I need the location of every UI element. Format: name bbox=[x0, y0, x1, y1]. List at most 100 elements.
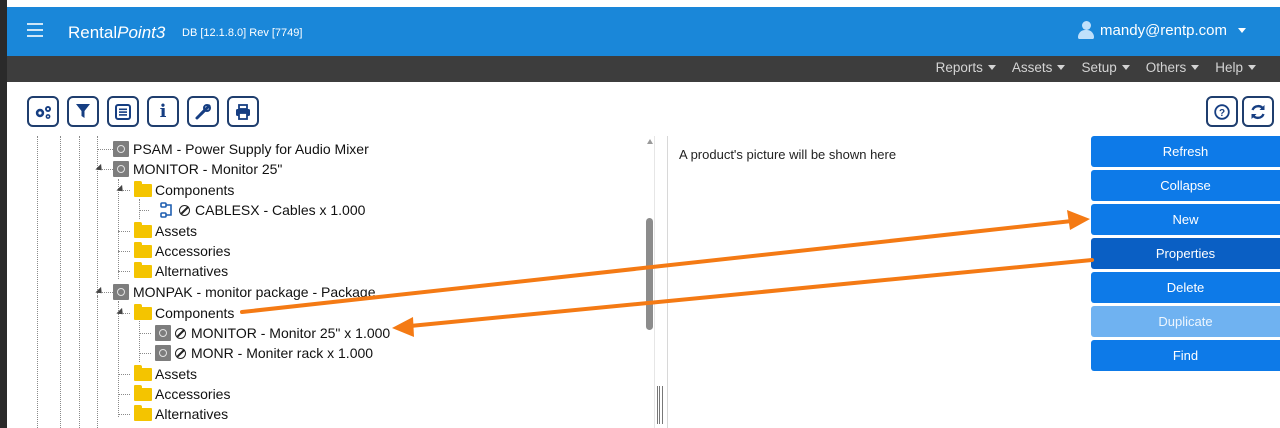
tree-node[interactable]: MONPAK - monitor package - Package bbox=[113, 282, 376, 302]
info-icon: i bbox=[159, 101, 167, 122]
refresh-icon bbox=[1251, 104, 1265, 119]
properties-button[interactable]: Properties bbox=[1091, 238, 1280, 269]
tree-node[interactable]: CABLESX - Cables x 1.000 bbox=[160, 200, 365, 220]
tree-node[interactable]: Alternatives bbox=[134, 261, 228, 281]
app-brand[interactable]: RentalPoint3 bbox=[68, 23, 165, 43]
tree-node[interactable]: Accessories bbox=[134, 241, 230, 261]
menu-item-setup[interactable]: Setup bbox=[1081, 60, 1130, 75]
splitter-grip-icon[interactable] bbox=[657, 386, 663, 424]
menu-item-others[interactable]: Others bbox=[1146, 60, 1200, 75]
folder-icon bbox=[134, 221, 152, 238]
folder-icon bbox=[134, 261, 152, 278]
tree-node-label: MONPAK - monitor package - Package bbox=[133, 284, 376, 300]
tree-node-label: Components bbox=[155, 182, 235, 198]
tree-scrollbar[interactable] bbox=[645, 136, 654, 428]
user-icon bbox=[1078, 21, 1095, 39]
new-button[interactable]: New bbox=[1091, 204, 1280, 235]
scrollbar-thumb[interactable] bbox=[646, 218, 653, 330]
folder-icon bbox=[134, 303, 152, 320]
tree-node-label: Accessories bbox=[155, 386, 231, 402]
menu-item-help[interactable]: Help bbox=[1215, 60, 1256, 75]
tools-button[interactable] bbox=[187, 96, 219, 127]
toolbar: i ? bbox=[7, 82, 1280, 136]
list-icon bbox=[115, 103, 131, 120]
duplicate-button[interactable]: Duplicate bbox=[1091, 306, 1280, 337]
tree-node[interactable]: Assets bbox=[134, 221, 197, 241]
folder-icon bbox=[134, 364, 152, 381]
tree-node[interactable]: PSAM - Power Supply for Audio Mixer bbox=[113, 139, 369, 159]
delete-button[interactable]: Delete bbox=[1091, 272, 1280, 303]
product-icon bbox=[113, 141, 129, 157]
tree-node[interactable]: Components bbox=[134, 180, 234, 200]
tree-node-label: PSAM - Power Supply for Audio Mixer bbox=[133, 141, 369, 157]
tree-node-label: CABLESX - Cables x 1.000 bbox=[195, 202, 366, 218]
collapse-button[interactable]: Collapse bbox=[1091, 170, 1280, 201]
tree-node-label: Components bbox=[155, 305, 235, 321]
print-icon bbox=[236, 103, 250, 120]
folder-icon bbox=[134, 404, 152, 421]
folder-icon bbox=[134, 180, 152, 197]
tree-node-label: MONITOR - Monitor 25" bbox=[133, 161, 283, 177]
settings-button[interactable] bbox=[27, 96, 59, 127]
caret-down-icon bbox=[1238, 27, 1246, 33]
svg-text:?: ? bbox=[1219, 108, 1225, 119]
picture-placeholder: A product's picture will be shown here bbox=[679, 147, 897, 162]
tree-node-label: Alternatives bbox=[155, 263, 229, 279]
pane-splitter[interactable] bbox=[655, 136, 667, 428]
help-button[interactable]: ? bbox=[1206, 96, 1238, 127]
tree-node[interactable]: Assets bbox=[134, 364, 197, 384]
caret-down-icon bbox=[1121, 65, 1130, 70]
menu-item-reports[interactable]: Reports bbox=[936, 60, 996, 75]
ban-icon bbox=[175, 327, 186, 339]
folder-icon bbox=[134, 384, 152, 401]
user-email: mandy@rentp.com bbox=[1100, 21, 1227, 39]
product-icon bbox=[155, 325, 171, 341]
list-view-button[interactable] bbox=[107, 96, 139, 127]
product-icon bbox=[155, 345, 171, 361]
tree-node-label: MONITOR - Monitor 25" x 1.000 bbox=[191, 325, 391, 341]
tree-node-label: Assets bbox=[155, 366, 198, 382]
brand-italic: Point3 bbox=[117, 23, 166, 42]
caret-down-icon bbox=[1248, 65, 1256, 70]
scroll-up-icon[interactable] bbox=[647, 139, 653, 144]
version-info: DB [12.1.8.0] Rev [7749] bbox=[182, 27, 303, 39]
brand-main: Rental bbox=[68, 23, 118, 42]
cable-icon bbox=[160, 202, 172, 218]
tree-node[interactable]: Accessories bbox=[134, 384, 230, 404]
refresh-button[interactable]: Refresh bbox=[1091, 136, 1280, 167]
reload-button[interactable] bbox=[1242, 96, 1274, 127]
product-tree[interactable]: PSAM - Power Supply for Audio Mixer MONI… bbox=[7, 136, 655, 428]
caret-down-icon bbox=[1191, 65, 1200, 70]
tree-node-label: Accessories bbox=[155, 243, 231, 259]
filter-button[interactable] bbox=[67, 96, 99, 127]
tree-node[interactable]: Components bbox=[134, 303, 234, 323]
tree-node[interactable]: MONITOR - Monitor 25" bbox=[113, 159, 282, 179]
tree-node-label: Assets bbox=[155, 223, 198, 239]
tree-node[interactable]: MONITOR - Monitor 25" x 1.000 bbox=[155, 323, 390, 343]
caret-down-icon bbox=[987, 65, 996, 70]
tree-node[interactable]: MONR - Moniter rack x 1.000 bbox=[155, 343, 373, 363]
main-menu: Reports Assets Setup Others Help bbox=[936, 60, 1256, 75]
user-menu[interactable]: mandy@rentp.com bbox=[1078, 21, 1246, 39]
tree-node[interactable]: Alternatives bbox=[134, 404, 228, 424]
hamburger-menu-icon[interactable] bbox=[27, 23, 43, 37]
menu-item-assets[interactable]: Assets bbox=[1012, 60, 1066, 75]
find-button[interactable]: Find bbox=[1091, 340, 1280, 371]
top-bar: RentalPoint3 DB [12.1.8.0] Rev [7749] ma… bbox=[7, 7, 1280, 56]
product-icon bbox=[113, 161, 129, 177]
help-circle-icon: ? bbox=[1214, 103, 1230, 120]
filter-icon bbox=[76, 104, 90, 118]
product-icon bbox=[113, 284, 129, 300]
folder-icon bbox=[134, 241, 152, 258]
ban-icon bbox=[179, 204, 190, 216]
settings-gears-icon bbox=[35, 105, 51, 119]
caret-down-icon bbox=[1057, 65, 1066, 70]
info-button[interactable]: i bbox=[147, 96, 179, 127]
tools-icon bbox=[195, 103, 211, 119]
menu-bar: Reports Assets Setup Others Help bbox=[7, 56, 1280, 82]
tree-node-label: MONR - Moniter rack x 1.000 bbox=[191, 345, 374, 361]
ban-icon bbox=[175, 347, 186, 359]
tree-node-label: Alternatives bbox=[155, 406, 229, 422]
print-button[interactable] bbox=[227, 96, 259, 127]
window-edge bbox=[0, 0, 7, 428]
